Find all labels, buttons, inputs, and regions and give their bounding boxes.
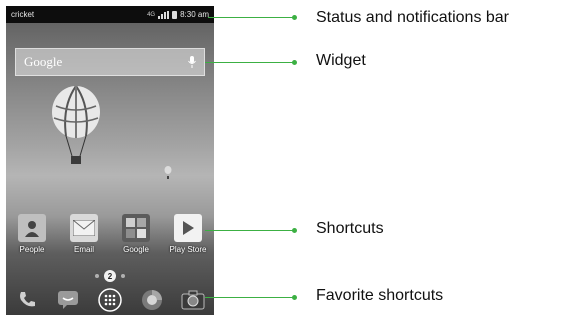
camera-icon[interactable] (180, 287, 206, 313)
shortcut-play-store[interactable]: Play Store (164, 214, 212, 254)
network-type: 4G (147, 11, 156, 18)
app-drawer-icon[interactable] (97, 287, 123, 313)
clock: 8:30 am (180, 10, 209, 19)
battery-icon (172, 10, 178, 19)
google-folder-icon (122, 214, 150, 242)
shortcut-label: Email (73, 245, 94, 254)
shortcut-label: Play Store (169, 245, 207, 254)
shortcut-people[interactable]: People (8, 214, 56, 254)
signal-icon (158, 10, 170, 19)
shortcut-label: People (19, 245, 45, 254)
callout-dot-shortcuts (292, 228, 297, 233)
page-dot (95, 274, 99, 278)
status-indicators: 4G 8:30 am (147, 10, 209, 19)
callout-line-favorites (205, 297, 294, 298)
carrier-name: cricket (11, 10, 35, 19)
shortcut-row: People Email Google Play Store (6, 214, 214, 254)
callout-status-bar: Status and notifications bar (316, 9, 510, 26)
people-icon (18, 214, 46, 242)
hot-air-balloon-wallpaper (50, 85, 102, 175)
favorites-dock (6, 284, 214, 315)
messaging-icon[interactable] (55, 287, 81, 313)
play-store-icon (174, 214, 202, 242)
phone-icon[interactable] (14, 287, 40, 313)
phone-home-screen: cricket 4G 8:30 am Google People Email G… (6, 6, 214, 315)
callout-shortcuts: Shortcuts (316, 220, 384, 237)
callout-dot-widget (292, 60, 297, 65)
current-page-dot: 2 (104, 270, 116, 282)
callout-line-status (208, 17, 294, 18)
callout-favorite-shortcuts: Favorite shortcuts (316, 287, 444, 304)
page-indicator: 2 (6, 270, 214, 282)
callout-dot-status (292, 15, 297, 20)
small-balloon-wallpaper (164, 166, 172, 185)
callout-line-shortcuts (205, 230, 294, 231)
google-search-widget[interactable]: Google (15, 48, 205, 76)
page-dot (121, 274, 125, 278)
shortcut-google[interactable]: Google (112, 214, 160, 254)
callout-widget: Widget (316, 52, 366, 69)
email-icon (70, 214, 98, 242)
microphone-icon[interactable] (188, 56, 196, 68)
callout-dot-favorites (292, 295, 297, 300)
callout-line-widget (205, 62, 294, 63)
shortcut-email[interactable]: Email (60, 214, 108, 254)
shortcut-label: Google (123, 245, 149, 254)
google-logo: Google (24, 54, 63, 69)
browser-icon[interactable] (139, 287, 165, 313)
status-bar[interactable]: cricket 4G 8:30 am (6, 6, 214, 23)
